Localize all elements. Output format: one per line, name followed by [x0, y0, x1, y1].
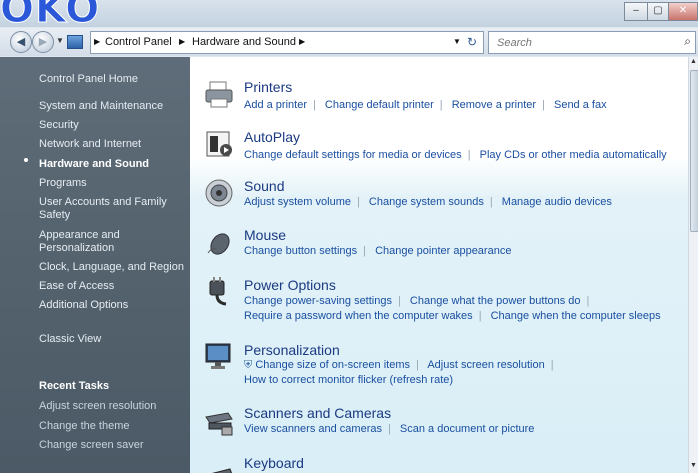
- recent-tasks-heading: Recent Tasks: [39, 380, 110, 392]
- autoplay-links: Change default settings for media or dev…: [244, 149, 667, 161]
- sidebar-item-hardware-and-sound[interactable]: Hardware and Sound: [39, 158, 149, 171]
- link-remove-printer[interactable]: Remove a printer: [452, 99, 536, 111]
- link-adjust-screen-resolution[interactable]: Adjust screen resolution: [427, 359, 544, 371]
- link-play-cds-automatically[interactable]: Play CDs or other media automatically: [480, 149, 667, 161]
- personalization-links-row2: How to correct monitor flicker (refresh …: [244, 374, 453, 386]
- power-options-links-row1: Change power-saving settings | Change wha…: [244, 295, 590, 307]
- back-button[interactable]: ◀: [10, 31, 32, 53]
- recent-task-adjust-resolution[interactable]: Adjust screen resolution: [39, 400, 156, 413]
- printers-title[interactable]: Printers: [244, 79, 292, 95]
- link-scan-document[interactable]: Scan a document or picture: [400, 423, 535, 435]
- address-dropdown-icon[interactable]: ▼: [453, 37, 461, 46]
- scanners-cameras-links: View scanners and cameras | Scan a docume…: [244, 423, 535, 435]
- sidebar-item-network-and-internet[interactable]: Network and Internet: [39, 138, 141, 151]
- link-change-power-buttons[interactable]: Change what the power buttons do: [410, 295, 581, 307]
- scroll-down-icon[interactable]: ▼: [690, 462, 697, 469]
- link-correct-monitor-flicker[interactable]: How to correct monitor flicker (refresh …: [244, 374, 453, 386]
- autoplay-title[interactable]: AutoPlay: [244, 129, 300, 145]
- recent-task-change-theme[interactable]: Change the theme: [39, 420, 130, 433]
- autoplay-icon: [206, 131, 232, 157]
- speaker-icon: [205, 179, 233, 207]
- search-icon[interactable]: ⌕: [684, 34, 691, 49]
- power-options-links-row2: Require a password when the computer wak…: [244, 310, 661, 322]
- breadcrumb-arrow-icon: ▶: [299, 37, 306, 46]
- search-input[interactable]: [495, 32, 669, 53]
- shield-icon: ⛨: [244, 359, 253, 371]
- power-options-title[interactable]: Power Options: [244, 277, 336, 293]
- mouse-title[interactable]: Mouse: [244, 227, 286, 243]
- main-content: Printers Add a printer | Change default p…: [190, 57, 688, 473]
- link-add-printer[interactable]: Add a printer: [244, 99, 307, 111]
- link-change-system-sounds[interactable]: Change system sounds: [369, 196, 484, 208]
- control-panel-icon: [67, 35, 83, 49]
- title-bar: OKO – ▢ ✕: [0, 0, 698, 33]
- link-change-power-saving[interactable]: Change power-saving settings: [244, 295, 392, 307]
- scrollbar-thumb[interactable]: [690, 70, 698, 232]
- breadcrumb-arrow-icon: ▶: [94, 37, 101, 46]
- keyboard-icon: [211, 468, 233, 473]
- sidebar-item-additional-options[interactable]: Additional Options: [39, 299, 128, 312]
- maximize-button[interactable]: ▢: [647, 2, 669, 21]
- breadcrumb[interactable]: ▶ Control Panel ▶ Hardware and Sound ▶ ▼…: [90, 31, 484, 54]
- sidebar-item-control-panel-home[interactable]: Control Panel Home: [39, 73, 138, 86]
- sidebar: Control Panel Home System and Maintenanc…: [0, 57, 190, 473]
- printer-icon: [205, 81, 233, 108]
- forward-button[interactable]: ▶: [32, 31, 54, 53]
- link-change-default-printer[interactable]: Change default printer: [325, 99, 434, 111]
- sound-links: Adjust system volume | Change system soun…: [244, 196, 612, 208]
- refresh-icon[interactable]: ↻: [467, 35, 477, 49]
- printers-links: Add a printer | Change default printer | R…: [244, 99, 607, 111]
- address-bar: ◀ ▶ ▼ ▶ Control Panel ▶ Hardware and Sou…: [0, 28, 698, 56]
- personalization-title[interactable]: Personalization: [244, 342, 340, 358]
- breadcrumb-control-panel[interactable]: Control Panel: [105, 36, 172, 48]
- current-item-bullet-icon: [24, 158, 28, 162]
- close-button[interactable]: ✕: [668, 2, 698, 21]
- sidebar-item-appearance[interactable]: Appearance and Personalization: [39, 229, 144, 255]
- scroll-up-icon[interactable]: ▲: [690, 58, 697, 65]
- link-manage-audio-devices[interactable]: Manage audio devices: [502, 196, 612, 208]
- breadcrumb-arrow-icon: ▶: [179, 37, 186, 46]
- link-change-default-media-settings[interactable]: Change default settings for media or dev…: [244, 149, 462, 161]
- history-dropdown-icon[interactable]: ▼: [56, 36, 64, 45]
- link-send-fax[interactable]: Send a fax: [554, 99, 607, 111]
- sidebar-item-security[interactable]: Security: [39, 119, 79, 132]
- mouse-icon: [207, 233, 230, 255]
- breadcrumb-hardware-and-sound[interactable]: Hardware and Sound: [192, 36, 296, 48]
- sidebar-item-ease-of-access[interactable]: Ease of Access: [39, 280, 114, 293]
- monitor-icon: [205, 343, 231, 369]
- personalization-links-row1: ⛨ Change size of on-screen items | Adjust…: [244, 359, 554, 371]
- link-view-scanners-cameras[interactable]: View scanners and cameras: [244, 423, 382, 435]
- sidebar-item-programs[interactable]: Programs: [39, 177, 87, 190]
- minimize-button[interactable]: –: [624, 2, 648, 21]
- sound-title[interactable]: Sound: [244, 178, 284, 194]
- link-change-button-settings[interactable]: Change button settings: [244, 245, 357, 257]
- sidebar-item-system-and-maintenance[interactable]: System and Maintenance: [39, 100, 163, 113]
- sidebar-item-clock-language-region[interactable]: Clock, Language, and Region: [39, 261, 184, 274]
- keyboard-title[interactable]: Keyboard: [244, 455, 304, 471]
- sidebar-item-classic-view[interactable]: Classic View: [39, 333, 101, 346]
- link-change-size-onscreen-items[interactable]: Change size of on-screen items: [255, 359, 410, 371]
- scanner-icon: [205, 412, 233, 436]
- mouse-links: Change button settings | Change pointer a…: [244, 245, 512, 257]
- scanners-cameras-title[interactable]: Scanners and Cameras: [244, 405, 391, 421]
- link-change-sleep-time[interactable]: Change when the computer sleeps: [491, 310, 661, 322]
- sidebar-item-user-accounts[interactable]: User Accounts and Family Safety: [39, 196, 169, 222]
- link-change-pointer-appearance[interactable]: Change pointer appearance: [375, 245, 511, 257]
- search-box[interactable]: ⌕: [488, 31, 696, 54]
- link-require-password-wake[interactable]: Require a password when the computer wak…: [244, 310, 473, 322]
- link-adjust-volume[interactable]: Adjust system volume: [244, 196, 351, 208]
- power-plug-icon: [209, 277, 227, 306]
- recent-task-change-screen-saver[interactable]: Change screen saver: [39, 439, 144, 452]
